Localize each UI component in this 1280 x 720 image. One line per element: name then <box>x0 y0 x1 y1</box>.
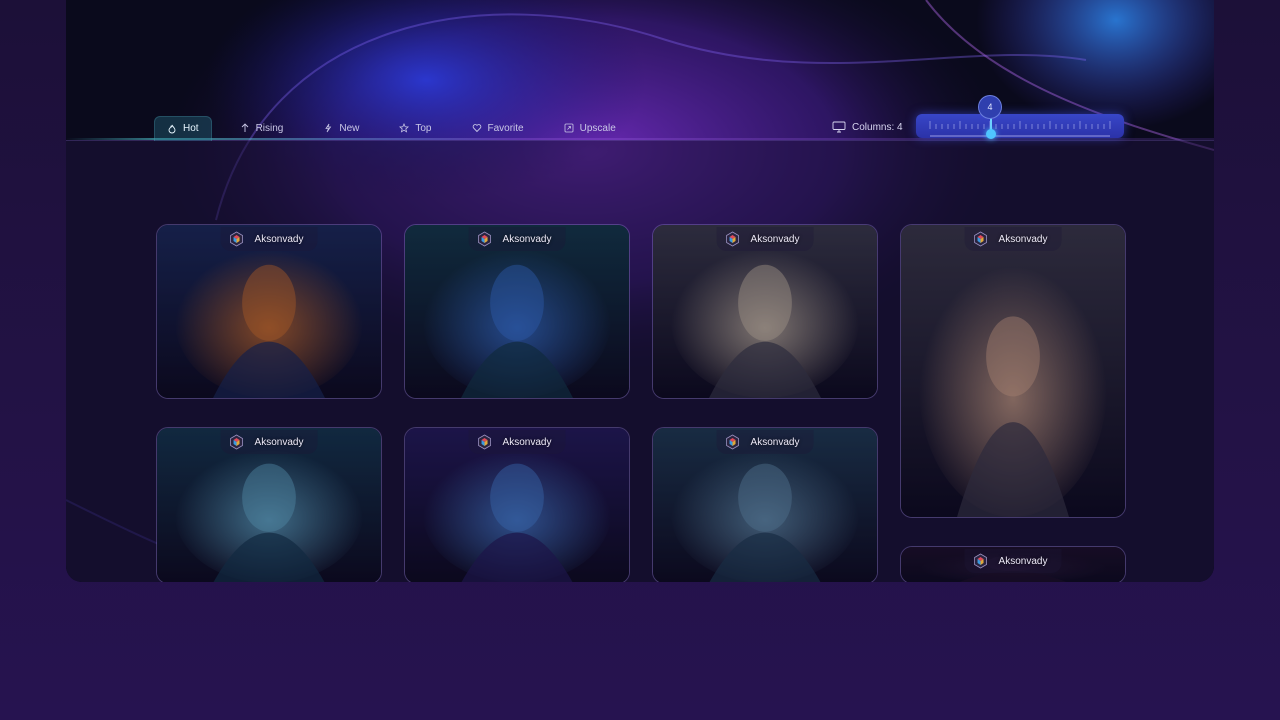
avatar-icon <box>230 434 243 450</box>
image-card[interactable]: Aksonvady <box>156 224 382 399</box>
author-name: Aksonvady <box>254 233 304 245</box>
author-name: Aksonvady <box>750 233 800 245</box>
card-author-bar[interactable]: Aksonvady <box>468 430 566 454</box>
image-card[interactable]: Aksonvady <box>404 224 630 399</box>
avatar-icon <box>230 231 243 247</box>
card-author-bar[interactable]: Aksonvady <box>716 430 814 454</box>
card-author-bar[interactable]: Aksonvady <box>716 227 814 251</box>
card-author-bar[interactable]: Aksonvady <box>468 227 566 251</box>
author-name: Aksonvady <box>502 436 552 448</box>
card-author-bar[interactable]: Aksonvady <box>220 430 318 454</box>
avatar-icon <box>974 231 987 247</box>
author-name: Aksonvady <box>998 233 1048 245</box>
image-card[interactable]: Aksonvady <box>156 427 382 582</box>
author-name: Aksonvady <box>750 436 800 448</box>
avatar-icon <box>726 434 739 450</box>
card-author-bar[interactable]: Aksonvady <box>220 227 318 251</box>
author-name: Aksonvady <box>502 233 552 245</box>
avatar-icon <box>726 231 739 247</box>
image-grid: Aksonvady Aksonvady Aksonvady Aksonvady … <box>66 0 1214 582</box>
author-name: Aksonvady <box>998 555 1048 567</box>
image-card[interactable]: Aksonvady <box>652 224 878 399</box>
avatar-icon <box>478 231 491 247</box>
image-card[interactable]: Aksonvady <box>404 427 630 582</box>
app-window: Hot Rising New Top Favorite Upscale Colu… <box>66 0 1214 582</box>
card-author-bar[interactable]: Aksonvady <box>964 549 1062 573</box>
card-overlay <box>901 225 1125 517</box>
page: Hot Rising New Top Favorite Upscale Colu… <box>0 0 1280 720</box>
image-card[interactable]: Aksonvady <box>900 546 1126 582</box>
image-card[interactable]: Aksonvady <box>652 427 878 582</box>
avatar-icon <box>974 553 987 569</box>
card-author-bar[interactable]: Aksonvady <box>964 227 1062 251</box>
image-card[interactable]: Aksonvady <box>900 224 1126 518</box>
author-name: Aksonvady <box>254 436 304 448</box>
avatar-icon <box>478 434 491 450</box>
